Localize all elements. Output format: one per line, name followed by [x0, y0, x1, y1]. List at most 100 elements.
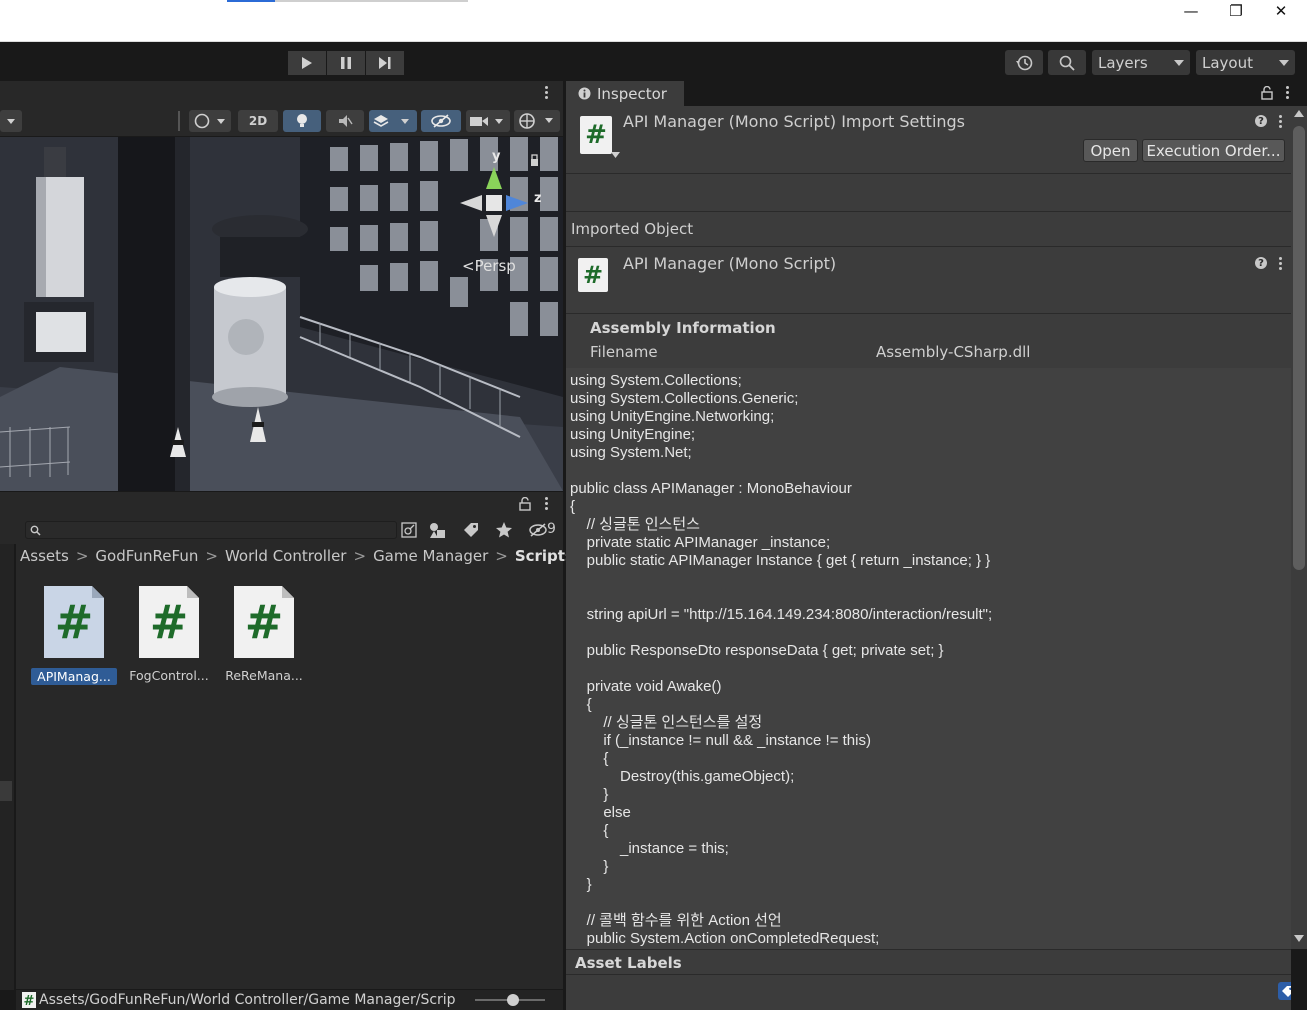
2d-label: 2D — [248, 114, 268, 128]
filename-value: Assembly-CSharp.dll — [876, 343, 1031, 361]
open-button[interactable]: Open — [1083, 139, 1138, 162]
search-icon — [30, 525, 41, 536]
chevron-right-icon: > — [75, 547, 89, 565]
pause-button[interactable] — [327, 51, 365, 75]
imported-object-title: API Manager (Mono Script) — [623, 254, 837, 273]
camera-dropdown[interactable] — [466, 110, 510, 132]
close-icon[interactable]: ✕ — [1258, 0, 1304, 22]
scene-viewport[interactable]: y z <Persp — [0, 137, 563, 491]
history-button[interactable] — [1005, 50, 1043, 75]
asset-item[interactable]: # FogControl... — [126, 586, 212, 683]
layers-label: Layers — [1098, 53, 1148, 72]
search-scope-icon[interactable] — [400, 521, 418, 539]
icon-size-slider-handle[interactable] — [507, 994, 519, 1006]
gizmo-z-label: z — [534, 191, 542, 206]
script-preview[interactable]: using System.Collections; using System.C… — [566, 368, 1291, 949]
project-asset-grid: # APIManag... # FogControl... # ReReMana… — [16, 568, 563, 989]
search-icon — [1059, 55, 1075, 71]
svg-text:#: # — [150, 595, 189, 649]
asset-name: ReReMana... — [225, 668, 303, 683]
restore-icon[interactable]: ❐ — [1213, 0, 1259, 22]
chevron-right-icon: > — [205, 547, 218, 565]
scroll-up-icon[interactable] — [1294, 110, 1304, 117]
asset-item[interactable]: # APIManag... — [31, 586, 117, 685]
csharp-script-icon: # — [578, 258, 608, 292]
chevron-down-icon — [1174, 60, 1184, 66]
effects-dropdown[interactable] — [369, 110, 417, 132]
project-search-input[interactable] — [25, 521, 397, 539]
inspector-header-title: API Manager (Mono Script) Import Setting… — [623, 112, 966, 131]
gizmo-icon — [519, 113, 553, 129]
svg-text:#: # — [245, 595, 284, 649]
gizmos-dropdown[interactable] — [514, 110, 560, 132]
asset-labels-header[interactable]: Asset Labels — [566, 949, 1291, 975]
more-options-icon[interactable] — [1279, 257, 1283, 270]
csharp-script-icon: # — [22, 992, 36, 1008]
audio-muted-icon — [339, 115, 353, 127]
asset-item[interactable]: # ReReMana... — [221, 586, 307, 683]
step-button[interactable] — [366, 51, 404, 75]
chevron-right-icon: > — [353, 547, 367, 565]
scroll-down-icon[interactable] — [1294, 935, 1304, 942]
lighting-toggle-button[interactable] — [283, 110, 321, 132]
chevron-down-icon[interactable] — [611, 152, 620, 158]
projection-label[interactable]: <Persp — [462, 257, 516, 275]
breadcrumb-item-world-controller[interactable]: World Controller — [225, 547, 347, 565]
breadcrumb-item-assets[interactable]: Assets — [20, 547, 69, 565]
project-search-row: 9 — [0, 516, 563, 544]
chevron-down-icon — [7, 119, 15, 124]
breadcrumb: Assets > GodFunReFun > World Controller … — [16, 544, 593, 568]
project-footer: # Assets/GodFunReFun/World Controller/Ga… — [16, 990, 563, 1010]
info-icon — [578, 87, 591, 100]
asset-labels-label: Asset Labels — [575, 954, 682, 972]
execution-order-button[interactable]: Execution Order... — [1142, 139, 1285, 162]
help-icon[interactable]: ? — [1255, 115, 1267, 127]
pause-icon — [341, 57, 351, 69]
csharp-script-icon: # — [234, 586, 294, 658]
toolbar-divider — [178, 111, 180, 131]
tab-inspector[interactable]: Inspector — [566, 81, 684, 106]
scrollbar-thumb[interactable] — [1293, 126, 1305, 570]
more-options-icon[interactable] — [545, 86, 549, 99]
play-button[interactable] — [288, 51, 326, 75]
eye-hidden-icon[interactable] — [528, 522, 548, 538]
step-icon — [379, 57, 391, 69]
layers-dropdown[interactable]: Layers — [1092, 50, 1190, 75]
more-options-icon[interactable] — [1286, 86, 1290, 99]
lock-icon[interactable] — [519, 497, 531, 511]
shading-mode-dropdown[interactable] — [189, 110, 231, 132]
tag-icon[interactable] — [1278, 982, 1291, 1000]
asset-name: FogControl... — [129, 668, 209, 683]
main-toolbar: Layers Layout — [0, 42, 1307, 81]
filter-by-label-icon[interactable] — [462, 521, 480, 539]
scene-render — [0, 137, 563, 491]
2d-toggle-button[interactable]: 2D — [238, 110, 278, 132]
lock-icon[interactable] — [1261, 86, 1273, 100]
breadcrumb-item-godfunrefun[interactable]: GodFunReFun — [95, 547, 198, 565]
filename-label: Filename — [590, 343, 658, 361]
eye-hidden-icon — [431, 114, 451, 128]
breadcrumb-item-game-manager[interactable]: Game Manager — [373, 547, 488, 565]
assembly-information-label: Assembly Information — [590, 319, 776, 337]
help-icon[interactable]: ? — [1255, 257, 1267, 269]
star-icon[interactable] — [495, 521, 513, 539]
imported-object-label: Imported Object — [571, 220, 694, 238]
lightbulb-icon — [297, 114, 307, 127]
audio-toggle-button[interactable] — [326, 110, 364, 132]
inspector-tab-bar: Inspector — [566, 81, 1307, 106]
inspector-scrollbar[interactable] — [1291, 106, 1307, 949]
scene-visibility-toggle[interactable] — [421, 110, 461, 132]
filter-by-type-icon[interactable] — [428, 521, 448, 539]
layout-label: Layout — [1202, 53, 1253, 72]
search-button[interactable] — [1048, 50, 1086, 75]
scene-toolbar: 2D — [0, 105, 563, 137]
minimize-icon[interactable]: — — [1168, 0, 1214, 22]
more-options-icon[interactable] — [545, 497, 549, 510]
more-options-icon[interactable] — [1279, 115, 1283, 128]
divider — [566, 211, 1291, 212]
selected-asset-path: Assets/GodFunReFun/World Controller/Game… — [39, 992, 456, 1008]
draw-mode-dropdown[interactable] — [0, 110, 22, 132]
inspector-body: # API Manager (Mono Script) Import Setti… — [566, 106, 1291, 1010]
layout-dropdown[interactable]: Layout — [1196, 50, 1295, 75]
divider — [566, 246, 1291, 247]
